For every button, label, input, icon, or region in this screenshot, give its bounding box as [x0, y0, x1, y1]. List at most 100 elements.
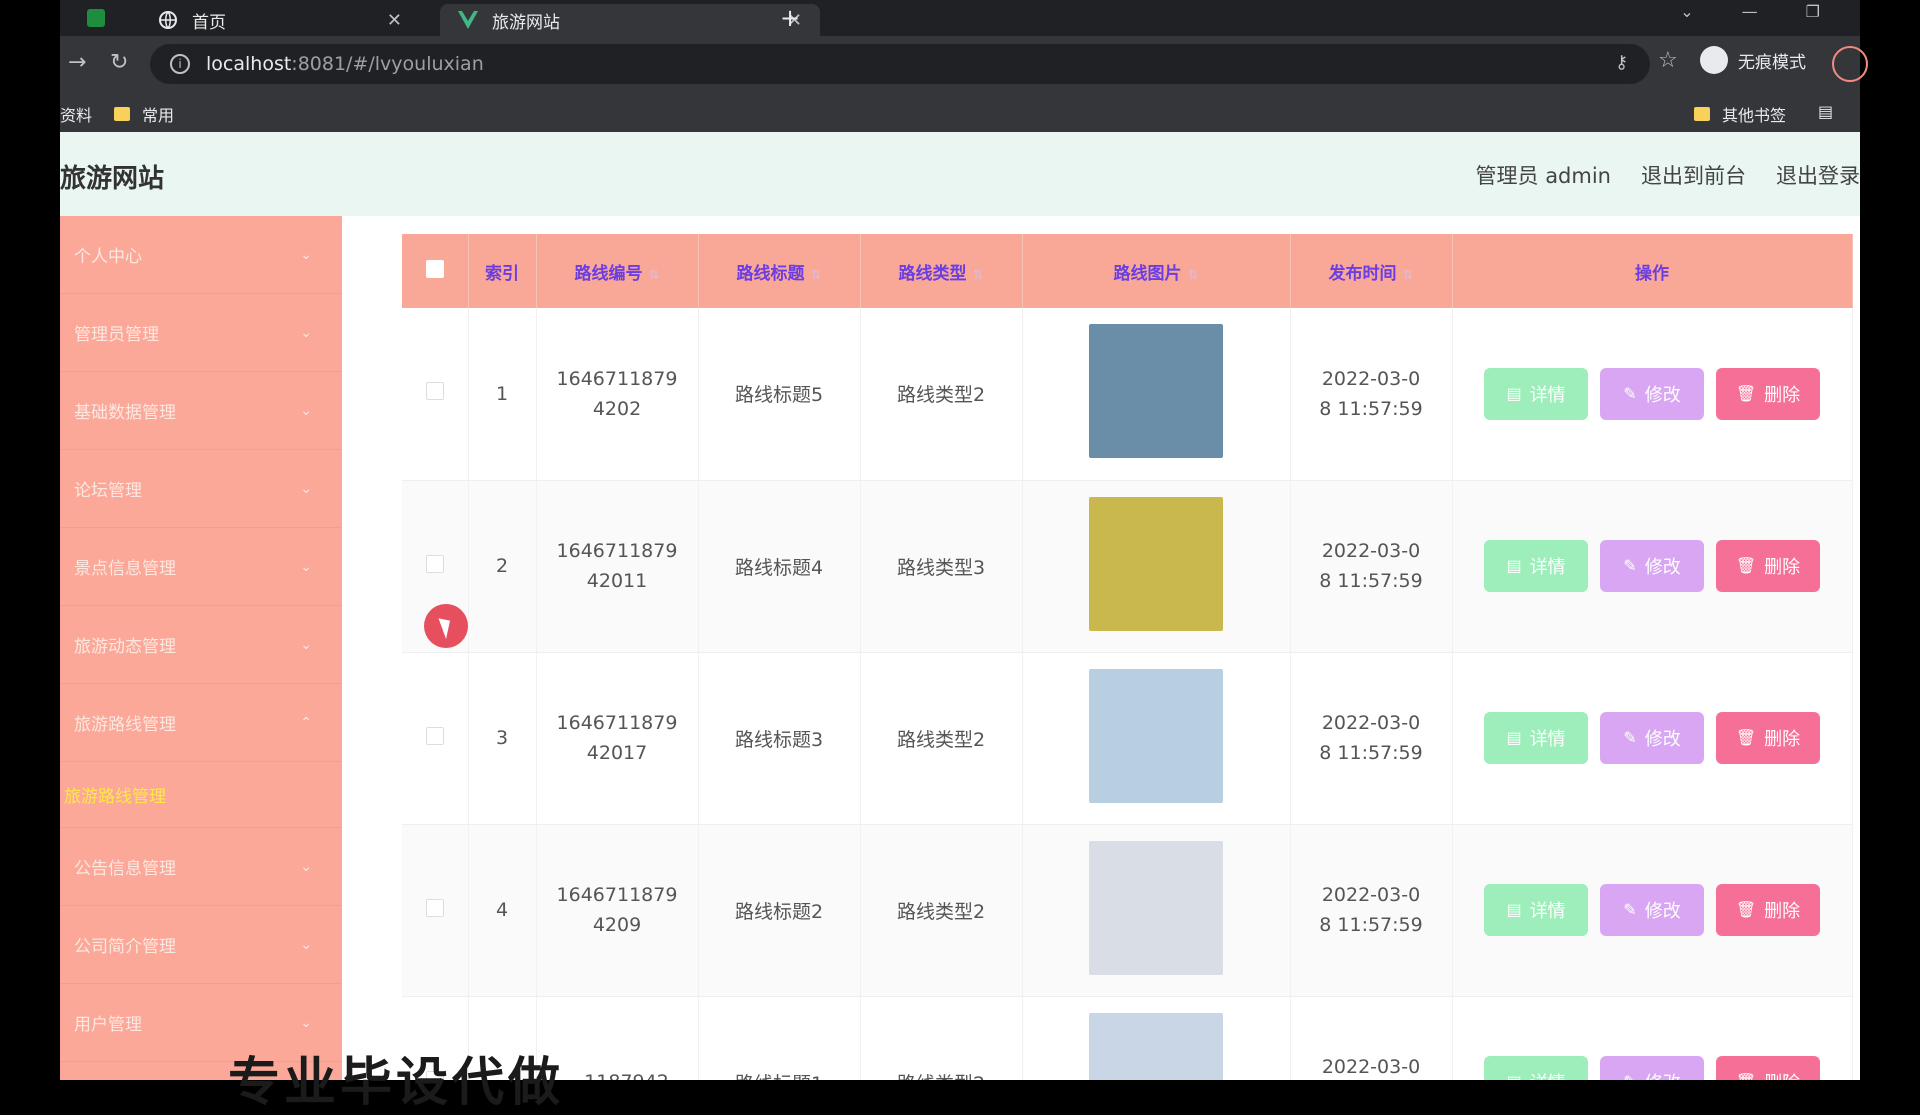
edit-button[interactable]: ✎ 修改 — [1600, 712, 1704, 764]
button-label: 删除 — [1764, 384, 1801, 405]
header-label: 路线类型 — [898, 263, 967, 284]
detail-button[interactable]: ▤ 详情 — [1484, 1056, 1588, 1080]
ops-cell: ▤ 详情 ✎ 修改 🗑 删除 — [1452, 996, 1853, 1080]
bookmark-folder-other[interactable]: 其他书签 — [1694, 102, 1786, 126]
folder-icon — [114, 107, 130, 121]
select-all-checkbox[interactable] — [425, 259, 444, 278]
key-icon[interactable]: ⚷ — [1615, 52, 1628, 73]
ops-cell: ▤ 详情 ✎ 修改 🗑 删除 — [1452, 652, 1853, 825]
button-label: 详情 — [1530, 1069, 1566, 1080]
star-icon[interactable]: ☆ — [1658, 48, 1678, 73]
delete-button[interactable]: 🗑 删除 — [1716, 1056, 1820, 1080]
close-tab-icon[interactable]: ✕ — [387, 10, 402, 31]
sidebar-item-admins[interactable]: 管理员管理 ⌄ — [60, 294, 342, 372]
sheets-app-icon[interactable] — [87, 9, 105, 27]
video-watermark-text: 专业毕设代做 — [228, 1053, 565, 1113]
edit-button[interactable]: ✎ 修改 — [1600, 884, 1704, 936]
trash-icon: 🗑 — [1736, 1072, 1756, 1080]
route-map-image[interactable] — [1089, 840, 1223, 975]
delete-button[interactable]: 🗑 删除 — [1716, 367, 1820, 420]
sort-icon[interactable]: ⇅ — [1403, 268, 1414, 283]
folder-icon — [1694, 107, 1710, 121]
col-title[interactable]: 路线标题 ⇅ — [698, 234, 861, 308]
incognito-badge[interactable]: 无痕模式 — [1700, 46, 1806, 74]
minimize-icon[interactable]: — — [1742, 2, 1758, 21]
delete-button[interactable]: 🗑 删除 — [1716, 712, 1820, 764]
col-code[interactable]: 路线编号 ⇅ — [536, 234, 699, 308]
sidebar-item-scenic[interactable]: 景点信息管理 ⌄ — [60, 528, 342, 606]
sidebar-item-basedata[interactable]: 基础数据管理 ⌄ — [60, 372, 342, 450]
code-cell: 164671187942011 — [536, 480, 699, 653]
sort-icon[interactable]: ⇅ — [973, 268, 984, 283]
select-all-cell — [402, 234, 469, 308]
sidebar-subitem-routes[interactable]: 旅游路线管理 — [60, 762, 342, 828]
col-time[interactable]: 发布时间 ⇅ — [1290, 234, 1453, 308]
browser-tab-bar: 首页 ✕ 旅游网站 ✕ + ⌄ — ❐ — [60, 0, 1860, 36]
forward-icon[interactable]: → — [68, 50, 86, 75]
button-label: 删除 — [1764, 1069, 1800, 1080]
bookmark-partial[interactable]: 资料 — [60, 102, 92, 126]
row-select-cell — [402, 824, 469, 997]
detail-button[interactable]: ▤ 详情 — [1484, 367, 1588, 420]
sidebar-item-personal[interactable]: 个人中心 ⌄ — [60, 216, 342, 294]
image-cell — [1022, 308, 1291, 481]
edit-button[interactable]: ✎ 修改 — [1600, 540, 1704, 592]
restore-icon[interactable]: ❐ — [1806, 2, 1820, 21]
header-label: 索引 — [485, 263, 519, 284]
site-info-icon[interactable]: i — [170, 54, 190, 74]
detail-button[interactable]: ▤ 详情 — [1484, 712, 1588, 764]
bookmark-folder-common[interactable]: 常用 — [114, 102, 174, 126]
sort-icon[interactable]: ⇅ — [811, 268, 822, 283]
delete-button[interactable]: 🗑 删除 — [1716, 540, 1820, 592]
delete-button[interactable]: 🗑 删除 — [1716, 884, 1820, 936]
profile-button[interactable] — [1832, 46, 1868, 82]
button-label: 详情 — [1529, 729, 1566, 749]
col-type[interactable]: 路线类型 ⇅ — [860, 234, 1023, 308]
route-map-image[interactable] — [1089, 324, 1223, 459]
tab-active[interactable]: 旅游网站 ✕ — [440, 4, 820, 36]
sidebar-item-notices[interactable]: 公告信息管理 ⌄ — [60, 828, 342, 906]
button-label: 删除 — [1764, 901, 1801, 921]
button-label: 删除 — [1764, 729, 1801, 749]
route-map-image[interactable] — [1089, 496, 1223, 631]
document-icon: ▤ — [1506, 730, 1522, 747]
type-cell: 路线类型2 — [860, 824, 1023, 997]
new-tab-icon[interactable]: + — [780, 4, 800, 32]
sort-icon[interactable]: ⇅ — [1188, 268, 1199, 283]
pencil-icon: ✎ — [1623, 902, 1637, 919]
sort-icon[interactable]: ⇅ — [649, 268, 660, 283]
sidebar-item-routes[interactable]: 旅游路线管理 ⌃ — [60, 684, 342, 762]
sidebar-item-company[interactable]: 公司简介管理 ⌄ — [60, 906, 342, 984]
time-cell: 2022-03-08 11:57:59 — [1290, 652, 1453, 825]
row-checkbox[interactable] — [425, 898, 444, 917]
tab-search-icon[interactable]: ⌄ — [1680, 2, 1693, 21]
sidebar-item-forum[interactable]: 论坛管理 ⌄ — [60, 450, 342, 528]
detail-button[interactable]: ▤ 详情 — [1484, 540, 1588, 592]
reload-icon[interactable]: ↻ — [110, 50, 128, 75]
edit-button[interactable]: ✎ 修改 — [1600, 1056, 1704, 1080]
sidebar-item-label: 基础数据管理 — [74, 403, 176, 423]
button-label: 修改 — [1645, 1069, 1681, 1080]
route-map-image[interactable] — [1089, 1012, 1223, 1080]
logout-link[interactable]: 退出登录 — [1776, 160, 1860, 190]
detail-button[interactable]: ▤ 详情 — [1484, 884, 1588, 936]
route-map-image[interactable] — [1089, 668, 1223, 803]
vue-icon — [458, 10, 478, 30]
edit-button[interactable]: ✎ 修改 — [1600, 367, 1704, 420]
row-checkbox[interactable] — [425, 382, 444, 401]
reading-list-icon[interactable]: ▤ — [1818, 102, 1833, 121]
table-row: 1 16467118794202 路线标题5 路线类型2 2022-03-08 … — [402, 308, 1853, 481]
trash-icon: 🗑 — [1735, 558, 1757, 575]
sidebar-item-news[interactable]: 旅游动态管理 ⌄ — [60, 606, 342, 684]
row-checkbox[interactable] — [425, 726, 444, 745]
header-label: 操作 — [1635, 263, 1669, 284]
col-image[interactable]: 路线图片 ⇅ — [1022, 234, 1291, 308]
back-to-front-link[interactable]: 退出到前台 — [1641, 160, 1746, 190]
trash-icon: 🗑 — [1735, 385, 1757, 403]
row-checkbox[interactable] — [425, 554, 444, 573]
site-title: 旅游网站 — [60, 164, 165, 194]
button-label: 修改 — [1644, 557, 1681, 577]
url-input[interactable]: i localhost:8081/#/lvyouluxian — [150, 44, 1650, 84]
pencil-icon: ✎ — [1623, 730, 1637, 747]
time-cell: 2022-03-08 11:57:59 — [1290, 824, 1453, 997]
